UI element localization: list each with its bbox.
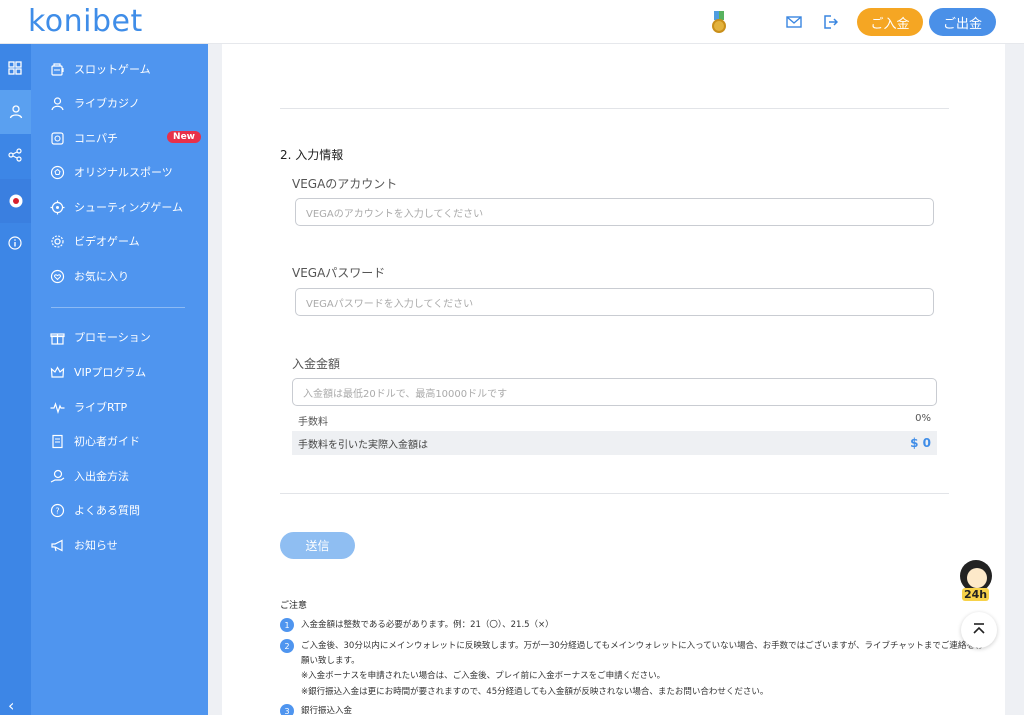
note-number: 2 [280,639,294,653]
megaphone-icon [49,537,65,553]
sidebar-item-label: スロットゲーム [74,63,151,76]
net-amount-row: 手数料を引いた実際入金額は $ 0 [292,431,937,455]
dealer-icon [49,95,65,111]
password-input[interactable]: VEGAパスワードを入力してください [295,288,934,316]
submit-button[interactable]: 送信 [280,532,355,559]
account-label: VEGAのアカウント [292,177,398,191]
fee-label: 手数料 [298,417,328,428]
sidebar-item-label: プロモーション [74,331,151,344]
password-label: VEGAパスワード [292,266,386,280]
sidebar-item-payment-methods[interactable]: 入出金方法 [31,461,208,491]
svg-text:?: ? [55,506,59,515]
fee-row: 手数料 0% [292,413,937,428]
deposit-button[interactable]: ご入金 [857,8,923,36]
notes-title: ご注意 [280,601,308,611]
sidebar-item-news[interactable]: お知らせ [31,530,208,560]
gift-icon [49,329,65,345]
sidebar-item-label: コニパチ [74,132,118,145]
soccer-ball-icon [49,164,65,180]
sidebar-item-shooting[interactable]: シューティングゲーム [31,192,208,222]
sidebar-item-beginner-guide[interactable]: 初心者ガイド [31,426,208,456]
slot-machine-icon [49,61,65,77]
note-item: 3 銀行振込入金 [280,704,991,715]
sidebar-item-video-game[interactable]: ビデオゲーム [31,226,208,256]
menu-divider [51,307,185,308]
pachinko-icon [49,130,65,146]
note-item: 1 入金金額は整数である必要があります。例：21（〇）、21.5（×） [280,618,991,633]
sidebar-item-label: 入出金方法 [74,470,129,483]
sidebar-item-label: VIPプログラム [74,366,147,379]
header-actions: ご入金 ご出金 [711,8,996,36]
info-icon[interactable] [5,233,25,253]
section-title: 2. 入力情報 [280,148,344,162]
sidebar-item-vip[interactable]: VIPプログラム [31,357,208,387]
net-amount-value: $ 0 [910,436,931,450]
sidebar-item-faq[interactable]: ? よくある質問 [31,495,208,525]
logo-area[interactable]: konibet [0,0,208,44]
crown-icon [49,364,65,380]
sidebar-item-original-sports[interactable]: オリジナルスポーツ [31,157,208,187]
sidebar-item-label: ライブカジノ [74,97,140,110]
sidebar-item-label: シューティングゲーム [74,201,184,214]
note-item: ※入金ボーナスを申請されたい場合は、ご入金後、プレイ前に入金ボーナスをご申請くだ… [301,669,991,684]
crosshair-icon [49,199,65,215]
logout-icon[interactable] [821,13,839,31]
guide-book-icon [49,433,65,449]
logo[interactable]: konibet [28,0,143,44]
pulse-icon [49,399,65,415]
sidebar-item-promotion[interactable]: プロモーション [31,322,208,352]
withdraw-button[interactable]: ご出金 [929,8,996,36]
support-chat-widget[interactable]: 24h [958,560,998,604]
amount-input[interactable]: 入金額は最低20ドルで、最高10000ドルです [292,378,937,406]
note-text: ※銀行振込入金は更にお時間が要されますので、45分経過しても入金額が反映されない… [301,687,769,697]
new-badge: New [167,131,201,143]
note-number: 1 [280,618,294,632]
arrow-up-icon [973,623,985,634]
sidebar-item-label: 初心者ガイド [74,435,140,448]
gear-game-icon [49,233,65,249]
chevron-left-icon[interactable]: ‹ [8,696,14,715]
sidebar-item-favorites[interactable]: お気に入り [31,261,208,291]
note-item: ※銀行振込入金は更にお時間が要されますので、45分経過しても入金額が反映されない… [301,685,991,700]
medal-icon[interactable] [711,11,727,33]
top-header: konibet ご入金 ご出金 [0,0,1024,44]
divider [280,493,949,494]
note-text: ※入金ボーナスを申請されたい場合は、ご入金後、プレイ前に入金ボーナスをご申請くだ… [301,671,666,681]
divider [280,108,949,109]
sidebar-item-label: よくある質問 [74,504,140,517]
support-24h-badge: 24h [962,588,990,601]
deposit-form-card: 2. 入力情報 VEGAのアカウント VEGAのアカウントを入力してください V… [222,44,1005,715]
note-text: ご入金後、30分以内にメインウォレットに反映致します。万が一30分経過してもメイ… [301,641,984,666]
sidebar-item-label: ライブRTP [74,401,128,414]
sidebar-item-live-rtp[interactable]: ライブRTP [31,392,208,422]
sidebar-item-live-casino[interactable]: ライブカジノ [31,88,208,118]
grid-icon[interactable] [5,58,25,78]
user-icon[interactable] [0,90,31,134]
fee-value: 0% [915,413,931,424]
note-item: 2 ご入金後、30分以内にメインウォレットに反映致します。万が一30分経過しても… [280,639,991,669]
amount-label: 入金金額 [292,357,341,371]
note-number: 3 [280,704,294,715]
note-text: 入金金額は整数である必要があります。例：21（〇）、21.5（×） [301,620,554,630]
sidebar-item-label: ビデオゲーム [74,235,140,248]
scroll-to-top-button[interactable] [961,612,997,648]
sidebar-item-konipachi[interactable]: コニパチ New [31,123,208,153]
sidebar-item-slot[interactable]: スロットゲーム [31,54,208,84]
net-amount-label: 手数料を引いた実際入金額は [298,439,428,451]
icon-rail: ‹ [0,44,31,715]
sidebar-item-label: お気に入り [74,270,129,283]
heart-icon [49,268,65,284]
sidebar-item-label: オリジナルスポーツ [74,166,173,179]
question-icon: ? [49,502,65,518]
note-text: 銀行振込入金 [301,706,353,715]
sidebar-item-label: お知らせ [74,539,118,552]
japan-flag-icon[interactable] [0,179,31,223]
money-hand-icon [49,468,65,484]
share-icon[interactable] [5,145,25,165]
mail-icon[interactable] [785,13,803,31]
account-input[interactable]: VEGAのアカウントを入力してください [295,198,934,226]
sidebar-menu: スロットゲーム ライブカジノ コニパチ New オリジナルスポーツ シューティン… [31,44,208,715]
